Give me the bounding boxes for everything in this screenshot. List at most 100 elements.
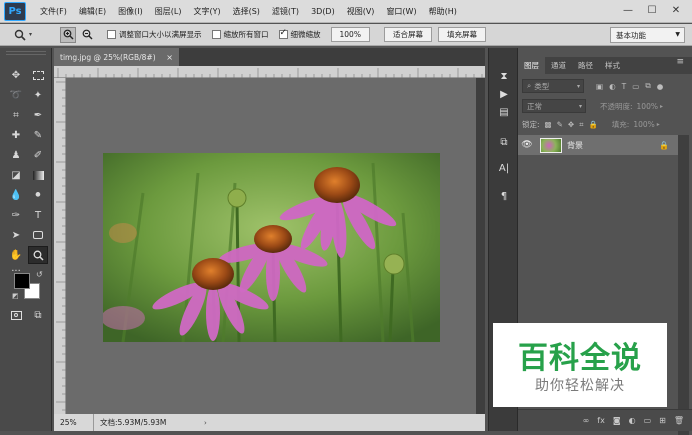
- panel-tabs: 图层 通道 路径 样式 ≡: [518, 57, 692, 74]
- zoom-tool-icon[interactable]: [28, 246, 48, 264]
- lock-icon: 🔒: [659, 140, 669, 150]
- lock-transparency-icon[interactable]: ▩: [545, 120, 552, 129]
- actions-panel-icon[interactable]: ▶: [495, 86, 513, 102]
- zoom-out-icon: [82, 29, 93, 40]
- mask-icon[interactable]: ◙: [613, 416, 621, 425]
- lock-image-icon[interactable]: ✎: [557, 120, 563, 129]
- history-panel-icon[interactable]: ⧗: [495, 68, 513, 84]
- swap-colors-icon[interactable]: ↺: [36, 270, 43, 279]
- menu-help[interactable]: 帮助(H): [423, 6, 463, 17]
- layers-scrollbar[interactable]: [678, 135, 689, 435]
- smart-object-filter-icon[interactable]: ⧉: [645, 81, 650, 91]
- folder-icon[interactable]: ▭: [644, 416, 652, 425]
- minimize-button[interactable]: —: [616, 0, 640, 20]
- channels-mixer-icon[interactable]: ⧉: [495, 134, 513, 150]
- document-image[interactable]: [103, 153, 440, 342]
- paragraph-panel-icon[interactable]: ¶: [495, 188, 513, 204]
- chevron-right-icon[interactable]: ▸: [660, 103, 663, 110]
- lock-label: 锁定:: [522, 120, 540, 129]
- opacity-value[interactable]: 100%: [637, 102, 658, 111]
- vertical-scrollbar[interactable]: [476, 78, 485, 414]
- adjustment-filter-icon[interactable]: ◐: [609, 82, 616, 91]
- rectangle-shape-icon[interactable]: [28, 226, 48, 244]
- eye-icon[interactable]: 👁: [518, 140, 536, 150]
- filter-toggle-icon[interactable]: ●: [657, 82, 664, 91]
- type-tool-icon[interactable]: T: [28, 206, 48, 224]
- close-tab-icon[interactable]: ×: [166, 53, 173, 62]
- layer-row-background[interactable]: 👁 背景 🔒: [518, 135, 678, 155]
- tab-paths[interactable]: 路径: [572, 57, 599, 74]
- history-brush-icon[interactable]: ✐: [28, 146, 48, 164]
- eraser-icon[interactable]: ◪: [6, 166, 26, 184]
- menu-image[interactable]: 图像(I): [112, 6, 149, 17]
- menu-edit[interactable]: 编辑(E): [73, 6, 112, 17]
- tab-styles[interactable]: 样式: [599, 57, 626, 74]
- path-selection-icon[interactable]: ➤: [6, 226, 26, 244]
- zoom-level-field[interactable]: 25%: [54, 414, 94, 431]
- fill-value[interactable]: 100%: [633, 120, 654, 129]
- ruler-vertical: [54, 78, 66, 414]
- marquee-tool-icon[interactable]: [28, 66, 48, 84]
- status-menu-arrow-icon[interactable]: ›: [204, 419, 207, 427]
- fx-icon[interactable]: fx: [597, 416, 605, 425]
- watermark-subtitle: 助你轻松解决: [535, 378, 625, 394]
- photoshop-logo: Ps: [4, 1, 26, 21]
- blur-icon[interactable]: 💧: [6, 186, 26, 204]
- lock-all-icon[interactable]: 🔒: [588, 120, 597, 129]
- tab-channels[interactable]: 通道: [545, 57, 572, 74]
- chevron-right-icon[interactable]: ▸: [657, 121, 660, 128]
- zoom-100-button[interactable]: 100%: [330, 27, 370, 42]
- blend-mode-select[interactable]: 正常 ▾: [522, 99, 586, 113]
- menu-file[interactable]: 文件(F): [34, 6, 73, 17]
- brush-icon[interactable]: ✎: [28, 126, 48, 144]
- zoom-in-button[interactable]: [60, 26, 77, 43]
- link-icon[interactable]: ∞: [583, 416, 590, 425]
- quick-mask-icon[interactable]: [6, 306, 26, 324]
- panel-menu-icon[interactable]: ≡: [676, 57, 684, 74]
- clone-stamp-icon[interactable]: ♟: [6, 146, 26, 164]
- gradient-icon[interactable]: [28, 166, 48, 184]
- magic-wand-icon[interactable]: ✦: [28, 86, 48, 104]
- menu-3d[interactable]: 3D(D): [305, 7, 341, 16]
- default-colors-icon[interactable]: ◩: [12, 292, 19, 300]
- menu-filter[interactable]: 滤镜(T): [266, 6, 305, 17]
- document-tab[interactable]: timg.jpg @ 25%(RGB/8#) ×: [54, 48, 180, 66]
- foreground-color-swatch[interactable]: [14, 273, 30, 289]
- fit-screen-button[interactable]: 适合屏幕: [383, 27, 432, 42]
- pen-icon[interactable]: ✑: [6, 206, 26, 224]
- lasso-tool-icon[interactable]: ➰: [6, 86, 26, 104]
- kind-filter-select[interactable]: ⌕ 类型 ▾: [522, 79, 584, 93]
- move-tool-icon[interactable]: ✥: [6, 66, 26, 84]
- healing-brush-icon[interactable]: ✚: [6, 126, 26, 144]
- zoom-out-button[interactable]: [79, 27, 95, 43]
- pixel-filter-icon[interactable]: ▣: [596, 82, 603, 91]
- dodge-icon[interactable]: ⚫: [28, 186, 48, 204]
- trash-icon[interactable]: 🗑: [674, 416, 684, 425]
- zoom-all-checkbox[interactable]: 缩放所有窗口: [211, 29, 269, 40]
- fill-screen-button[interactable]: 填充屏幕: [437, 27, 486, 42]
- scrubby-zoom-checkbox[interactable]: 细微缩放: [278, 28, 321, 40]
- menu-select[interactable]: 选择(S): [227, 6, 266, 17]
- lock-artboard-icon[interactable]: ⌗: [579, 120, 583, 130]
- adjustment-icon[interactable]: ◐: [629, 416, 636, 425]
- type-filter-icon[interactable]: T: [622, 82, 627, 91]
- menu-type[interactable]: 文字(Y): [187, 6, 226, 17]
- properties-panel-icon[interactable]: ▤: [495, 104, 513, 120]
- character-panel-icon[interactable]: A|: [495, 160, 513, 176]
- menu-layer[interactable]: 图层(L): [149, 6, 188, 17]
- new-layer-icon[interactable]: ⊞: [659, 416, 666, 425]
- crop-tool-icon[interactable]: ⌗: [6, 106, 26, 124]
- tab-layers[interactable]: 图层: [518, 57, 545, 74]
- close-button[interactable]: ✕: [664, 0, 688, 20]
- maximize-button[interactable]: ☐: [640, 0, 664, 20]
- tool-preset-picker[interactable]: ▾: [14, 29, 32, 41]
- workspace-select[interactable]: 基本功能 ▼: [610, 27, 685, 43]
- shape-filter-icon[interactable]: ▭: [632, 82, 639, 91]
- menu-window[interactable]: 窗口(W): [380, 6, 422, 17]
- lock-position-icon[interactable]: ✥: [568, 120, 574, 129]
- menu-view[interactable]: 视图(V): [341, 6, 381, 17]
- fit-window-checkbox[interactable]: 调整窗口大小以满屏显示: [107, 29, 202, 40]
- eyedropper-icon[interactable]: ✒: [28, 106, 48, 124]
- watermark-title: 百科全说: [518, 341, 642, 376]
- screen-mode-icon[interactable]: ⧉: [28, 306, 48, 324]
